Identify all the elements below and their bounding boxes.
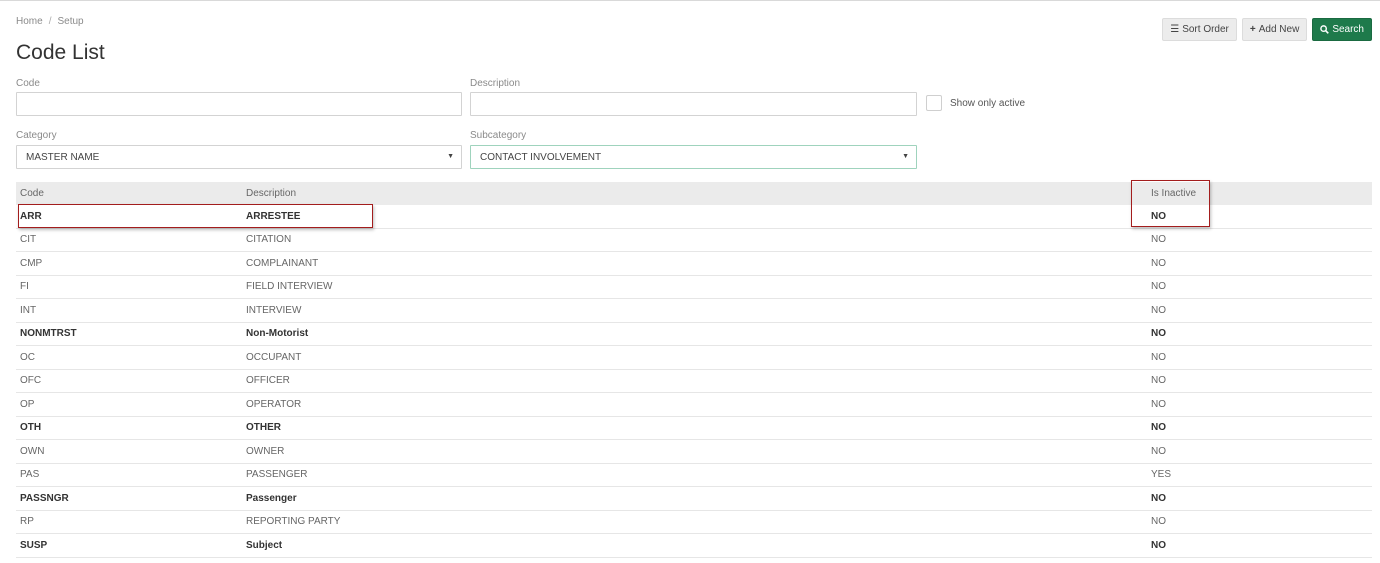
search-button[interactable]: Search <box>1312 18 1372 41</box>
cell-description: CITATION <box>246 234 292 246</box>
table-row[interactable]: INT INTERVIEW NO <box>16 299 1372 323</box>
top-divider <box>0 0 1380 1</box>
table-row[interactable]: OFC OFFICER NO <box>16 370 1372 393</box>
search-label: Search <box>1332 24 1364 35</box>
description-filter-input[interactable] <box>480 93 907 115</box>
table-row[interactable]: FI FIELD INTERVIEW NO <box>16 276 1372 299</box>
cell-is-inactive: NO <box>1151 281 1166 293</box>
table-row[interactable]: RP REPORTING PARTY NO <box>16 511 1372 534</box>
table-body: ARR ARRESTEE NO CIT CITATION NO CMP COMPLAINANT… <box>16 205 1372 558</box>
code-filter-input[interactable] <box>26 93 452 115</box>
cell-code: PAS <box>20 469 40 481</box>
cell-is-inactive: NO <box>1151 351 1166 363</box>
header-description[interactable]: Description <box>246 188 296 199</box>
cell-description: Non-Motorist <box>246 328 309 340</box>
cell-code: OTH <box>20 422 42 434</box>
toolbar: ☰ Sort Order + Add New Search <box>1162 18 1372 41</box>
search-icon <box>1320 25 1330 34</box>
cell-code: OP <box>20 398 35 410</box>
cell-code: CMP <box>20 257 43 269</box>
table-row[interactable]: NONMTRST Non-Motorist NO <box>16 323 1372 346</box>
subcategory-label: Subcategory <box>470 130 527 141</box>
header-is-inactive[interactable]: Is Inactive <box>1151 188 1196 199</box>
show-only-active-label: Show only active <box>950 98 1026 109</box>
header-code[interactable]: Code <box>20 188 44 199</box>
cell-is-inactive: NO <box>1151 257 1166 269</box>
code-filter-field[interactable] <box>16 92 462 116</box>
show-only-active-checkbox[interactable] <box>926 95 942 111</box>
cell-is-inactive: NO <box>1151 422 1166 434</box>
plus-icon: + <box>1249 23 1256 35</box>
cell-description: FIELD INTERVIEW <box>246 281 333 293</box>
cell-is-inactive: NO <box>1151 539 1166 551</box>
category-label: Category <box>16 130 57 141</box>
sort-order-button[interactable]: ☰ Sort Order <box>1162 18 1237 41</box>
cell-description: PASSENGER <box>246 469 308 481</box>
chevron-down-icon: ▼ <box>902 153 909 160</box>
breadcrumb-current: Setup <box>57 16 84 27</box>
cell-is-inactive: NO <box>1151 516 1166 528</box>
table-row[interactable]: PASSNGR Passenger NO <box>16 487 1372 511</box>
cell-is-inactive: YES <box>1151 469 1172 481</box>
cell-description: INTERVIEW <box>246 304 302 316</box>
cell-is-inactive: NO <box>1151 445 1166 457</box>
cell-code: CIT <box>20 234 37 246</box>
cell-description: OPERATOR <box>246 398 302 410</box>
cell-description: Passenger <box>246 492 297 504</box>
breadcrumb-home[interactable]: Home <box>16 16 43 27</box>
cell-is-inactive: NO <box>1151 375 1166 387</box>
page-title: Code List <box>16 41 105 64</box>
cell-code: OWN <box>20 445 45 457</box>
cell-code: ARR <box>20 210 42 222</box>
code-table: Code Description Is Inactive ARR ARRESTEE… <box>16 182 1372 558</box>
cell-code: RP <box>20 516 34 528</box>
cell-is-inactive: NO <box>1151 234 1166 246</box>
cell-description: OTHER <box>246 422 281 434</box>
add-new-label: Add New <box>1258 24 1300 35</box>
code-filter-label: Code <box>16 78 40 89</box>
cell-description: OCCUPANT <box>246 351 302 363</box>
category-select[interactable]: MASTER NAME ▼ <box>16 145 462 169</box>
chevron-down-icon: ▼ <box>447 153 454 160</box>
table-row[interactable]: CMP COMPLAINANT NO <box>16 252 1372 276</box>
cell-code: OC <box>20 351 35 363</box>
table-row[interactable]: CIT CITATION NO <box>16 229 1372 252</box>
cell-code: PASSNGR <box>20 492 69 504</box>
table-row[interactable]: SUSP Subject NO <box>16 534 1372 558</box>
cell-code: FI <box>20 281 29 293</box>
list-icon: ☰ <box>1170 23 1180 35</box>
cell-code: OFC <box>20 375 42 387</box>
category-selected-value: MASTER NAME <box>26 151 100 163</box>
cell-description: COMPLAINANT <box>246 257 319 269</box>
cell-is-inactive: NO <box>1151 328 1166 340</box>
breadcrumb-separator: / <box>48 16 52 27</box>
cell-description: ARRESTEE <box>246 210 301 222</box>
table-row[interactable]: ARR ARRESTEE NO <box>16 205 1372 229</box>
sort-order-label: Sort Order <box>1182 24 1229 35</box>
cell-is-inactive: NO <box>1151 492 1166 504</box>
cell-description: OFFICER <box>246 375 290 387</box>
table-row[interactable]: OC OCCUPANT NO <box>16 346 1372 370</box>
table-row[interactable]: OWN OWNER NO <box>16 440 1372 464</box>
cell-is-inactive: NO <box>1151 398 1166 410</box>
cell-is-inactive: NO <box>1151 304 1166 316</box>
cell-code: NONMTRST <box>20 328 77 340</box>
add-new-button[interactable]: + Add New <box>1241 18 1308 41</box>
table-row[interactable]: OP OPERATOR NO <box>16 393 1372 417</box>
cell-is-inactive: NO <box>1151 210 1166 222</box>
cell-code: INT <box>20 304 37 316</box>
table-header: Code Description Is Inactive <box>16 182 1372 205</box>
description-filter-label: Description <box>470 78 521 89</box>
subcategory-select[interactable]: CONTACT INVOLVEMENT ▼ <box>470 145 917 169</box>
table-row[interactable]: PAS PASSENGER YES <box>16 464 1372 487</box>
table-row[interactable]: OTH OTHER NO <box>16 417 1372 440</box>
cell-code: SUSP <box>20 539 48 551</box>
description-filter-field[interactable] <box>470 92 917 116</box>
breadcrumb: Home / Setup <box>16 16 84 27</box>
cell-description: Subject <box>246 539 283 551</box>
cell-description: REPORTING PARTY <box>246 516 341 528</box>
cell-description: OWNER <box>246 445 285 457</box>
subcategory-selected-value: CONTACT INVOLVEMENT <box>480 151 602 163</box>
